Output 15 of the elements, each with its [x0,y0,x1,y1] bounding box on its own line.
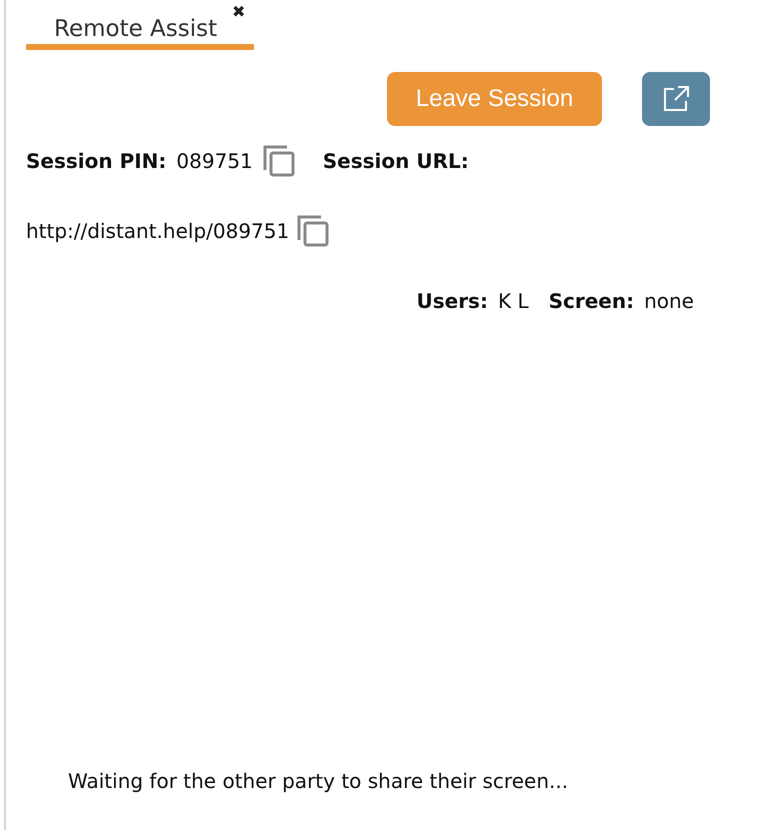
close-icon[interactable]: ✖ [232,4,246,20]
pin-value: 089751 [176,148,253,175]
copy-icon[interactable] [262,144,297,178]
users-value: K L [498,288,529,315]
waiting-message: Waiting for the other party to share their screen... [68,768,568,795]
users-label: Users: [416,288,488,315]
pin-label: Session PIN: [26,148,166,175]
tab[interactable]: Remote Assist ✖ [26,4,254,50]
session-url: http://distant.help/089751 [26,218,290,245]
external-link-icon [661,84,691,114]
url-label: Session URL: [322,148,469,175]
screen-value: none [644,288,694,315]
screen-label: Screen: [548,288,634,315]
copy-icon[interactable] [297,214,332,248]
external-link-button[interactable] [642,72,710,126]
